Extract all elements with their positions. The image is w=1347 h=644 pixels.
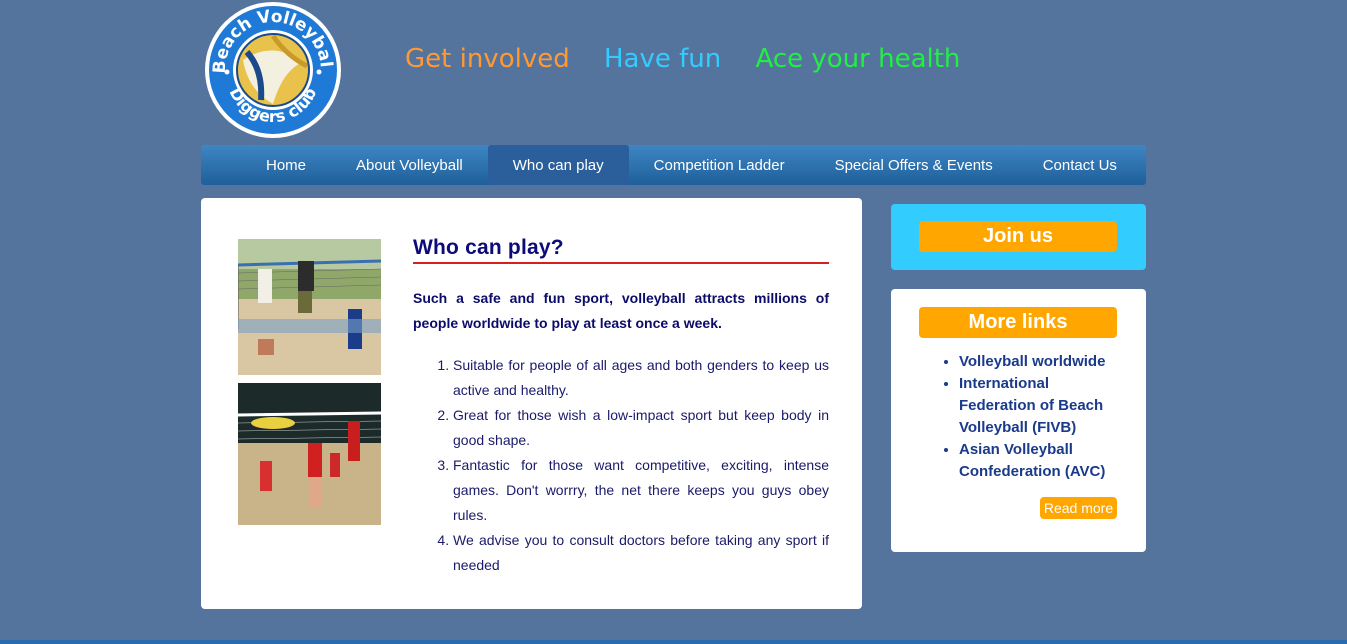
nav-item-who-can-play[interactable]: Who can play xyxy=(487,145,629,185)
beach-volleyball-photo-1 xyxy=(238,239,381,375)
tagline-get-involved: Get involved xyxy=(405,44,570,74)
link-fivb[interactable]: International Federation of Beach Volley… xyxy=(959,373,1119,439)
list-item: Fantastic for those want competitive, ex… xyxy=(453,453,829,528)
main-article: Who can play? Such a safe and fun sport,… xyxy=(413,236,829,578)
page-title: Who can play? xyxy=(413,236,829,264)
nav-item-competition-ladder[interactable]: Competition Ladder xyxy=(629,145,810,185)
link-avc[interactable]: Asian Volleyball Confederation (AVC) xyxy=(959,439,1119,483)
join-us-button[interactable]: Join us xyxy=(919,221,1117,252)
tagline-have-fun: Have fun xyxy=(603,44,722,74)
more-links-panel: More links Volleyball worldwide Internat… xyxy=(891,289,1146,552)
intro-paragraph: Such a safe and fun sport, volleyball at… xyxy=(413,290,829,331)
beach-volleyball-photo-2 xyxy=(238,383,381,525)
main-content-panel: Who can play? Such a safe and fun sport,… xyxy=(201,198,862,609)
taskbar-edge xyxy=(0,640,1347,644)
nav-item-about-volleyball[interactable]: About Volleyball xyxy=(331,145,488,185)
read-more-button[interactable]: Read more xyxy=(1040,497,1117,519)
main-nav: Home About Volleyball Who can play Compe… xyxy=(201,145,1146,185)
link-volleyball-worldwide[interactable]: Volleyball worldwide xyxy=(959,351,1119,373)
list-item: Suitable for people of all ages and both… xyxy=(453,353,829,403)
volleyball-logo-icon: Beach Volleyball Diggers club xyxy=(203,0,341,138)
reasons-list: Suitable for people of all ages and both… xyxy=(413,353,829,578)
list-item: We advise you to consult doctors before … xyxy=(453,528,829,578)
taglines: Get involved Have fun Ace your health xyxy=(405,44,986,74)
list-item: Great for those wish a low-impact sport … xyxy=(453,403,829,453)
tagline-ace-your-health: Ace your health xyxy=(755,44,961,74)
join-us-panel: Join us xyxy=(891,204,1146,270)
more-links-heading: More links xyxy=(919,307,1117,338)
nav-item-special-offers-events[interactable]: Special Offers & Events xyxy=(810,145,1018,185)
nav-item-contact-us[interactable]: Contact Us xyxy=(1018,145,1142,185)
club-logo[interactable]: Beach Volleyball Diggers club xyxy=(203,0,343,140)
more-links-list: Volleyball worldwide International Feder… xyxy=(959,351,1119,483)
nav-item-home[interactable]: Home xyxy=(241,145,331,185)
